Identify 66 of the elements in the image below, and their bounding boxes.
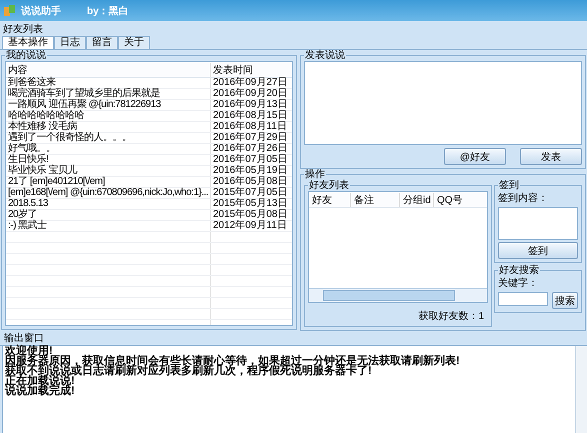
table-cell: 2012年09月11日 [210, 221, 288, 231]
tab[interactable]: 留言 [86, 36, 118, 49]
table-cell: 2016年07月29日 [210, 133, 288, 143]
column-header[interactable]: 内容 [6, 62, 210, 76]
panel-title: 好友列表 [308, 180, 350, 191]
sign-in-button[interactable]: 签到 [498, 242, 578, 259]
table-cell-text: 哈哈哈哈哈哈哈哈 [7, 111, 85, 121]
table-cell: 2016年05月08日 [210, 177, 288, 187]
table-cell-text: 一路顺风 迎伍再聚 @{uin:781226913 [7, 100, 162, 110]
panel-title: 输出窗口 [4, 332, 44, 344]
table-cell-text: 本性难移 没毛病 [7, 122, 77, 132]
action-button[interactable]: @好友 [444, 148, 506, 165]
log-line: 正在加载说说! [5, 376, 75, 386]
log-line: 说说加载完成! [5, 386, 76, 396]
sign-in-input-field[interactable] [498, 207, 578, 240]
panel-title: 操作 [304, 169, 326, 180]
log-line: 获取不到说说或日志请刷新对应列表多刷新几次，程序假死说明服务器卡了! [5, 366, 372, 376]
table-cell: 2016年08月15日 [210, 111, 288, 121]
tab[interactable]: 基本操作 [2, 36, 54, 49]
tab[interactable]: 日志 [54, 36, 86, 49]
tab[interactable]: 关于 [118, 36, 150, 49]
field-label: 关键字： [498, 276, 539, 290]
table-cell-text: 喝完酒骑车到了望城乡里的后果就是 [7, 89, 161, 99]
author-label: by：黑白 [87, 4, 129, 18]
table-cell: 2016年09月13日 [210, 100, 288, 110]
menu-item[interactable]: 好友列表 [3, 22, 43, 36]
table-cell: 2016年07月26日 [210, 144, 288, 154]
field-label: 签到内容： [498, 192, 549, 205]
friend-count-label: 获取好友数：1 [418, 310, 484, 323]
column-header[interactable]: 发表时间 [210, 62, 288, 76]
table-cell: 2016年08月11日 [210, 122, 288, 132]
panel-title: 发表说说 [304, 50, 346, 61]
action-button[interactable]: 发表 [520, 148, 582, 165]
column-header[interactable]: 分组id [400, 192, 434, 206]
table-cell-text: 生日快乐! [7, 155, 48, 165]
table-cell: 2016年07月05日 [210, 155, 288, 165]
table-cell-text: [em]e168[\/em] @{uin:670809696,nick:Jo,who:1}... [7, 188, 210, 198]
keyword-input-field[interactable] [498, 292, 548, 306]
panel-title: 我的说说 [5, 50, 47, 61]
table-cell-text: 21了 [em]e401210[\/em] [7, 177, 106, 187]
table-cell: 2016年09月20日 [210, 89, 288, 99]
table-cell: 2015年07月05日 [210, 188, 288, 198]
table-cell-text: 到爸爸这来 [7, 78, 56, 88]
column-header[interactable]: 好友 [309, 192, 351, 206]
table-cell: 2015年05月08日 [210, 210, 288, 220]
table-cell-text: 2018.5.13 [7, 199, 49, 209]
search-button[interactable]: 搜索 [552, 292, 578, 309]
panel-title: 好友搜索 [498, 265, 540, 276]
log-line: 因服务器原因，获取信息时间会有些长请耐心等待，如果超过一分钟还是无法获取请刷新列表! [5, 356, 461, 366]
app-logo-icon [3, 4, 17, 18]
column-header[interactable]: 备注 [351, 192, 400, 206]
horizontal-scrollbar[interactable] [309, 288, 487, 302]
window-title: 说说助手 [21, 4, 61, 18]
table-cell-text: 好气哦。。 [7, 144, 56, 154]
panel-title: 签到 [498, 180, 520, 191]
table-cell-text: 毕业快乐 宝贝儿 [7, 166, 78, 176]
table-cell-text: 遇到了一个很奇怪的人。。。 [7, 133, 132, 143]
log-line: 欢迎使用! [5, 346, 53, 356]
column-header[interactable]: QQ号 [434, 192, 463, 206]
vertical-scrollbar[interactable] [575, 346, 587, 433]
table-cell-text: :-) 黑武士 [7, 221, 48, 231]
post-input-field[interactable] [304, 61, 582, 145]
table-cell: 2016年09月27日 [210, 78, 288, 88]
table-cell-text: 20岁了 [7, 210, 38, 220]
table-cell: 2015年05月13日 [210, 199, 288, 209]
table-cell: 2016年05月19日 [210, 166, 288, 176]
